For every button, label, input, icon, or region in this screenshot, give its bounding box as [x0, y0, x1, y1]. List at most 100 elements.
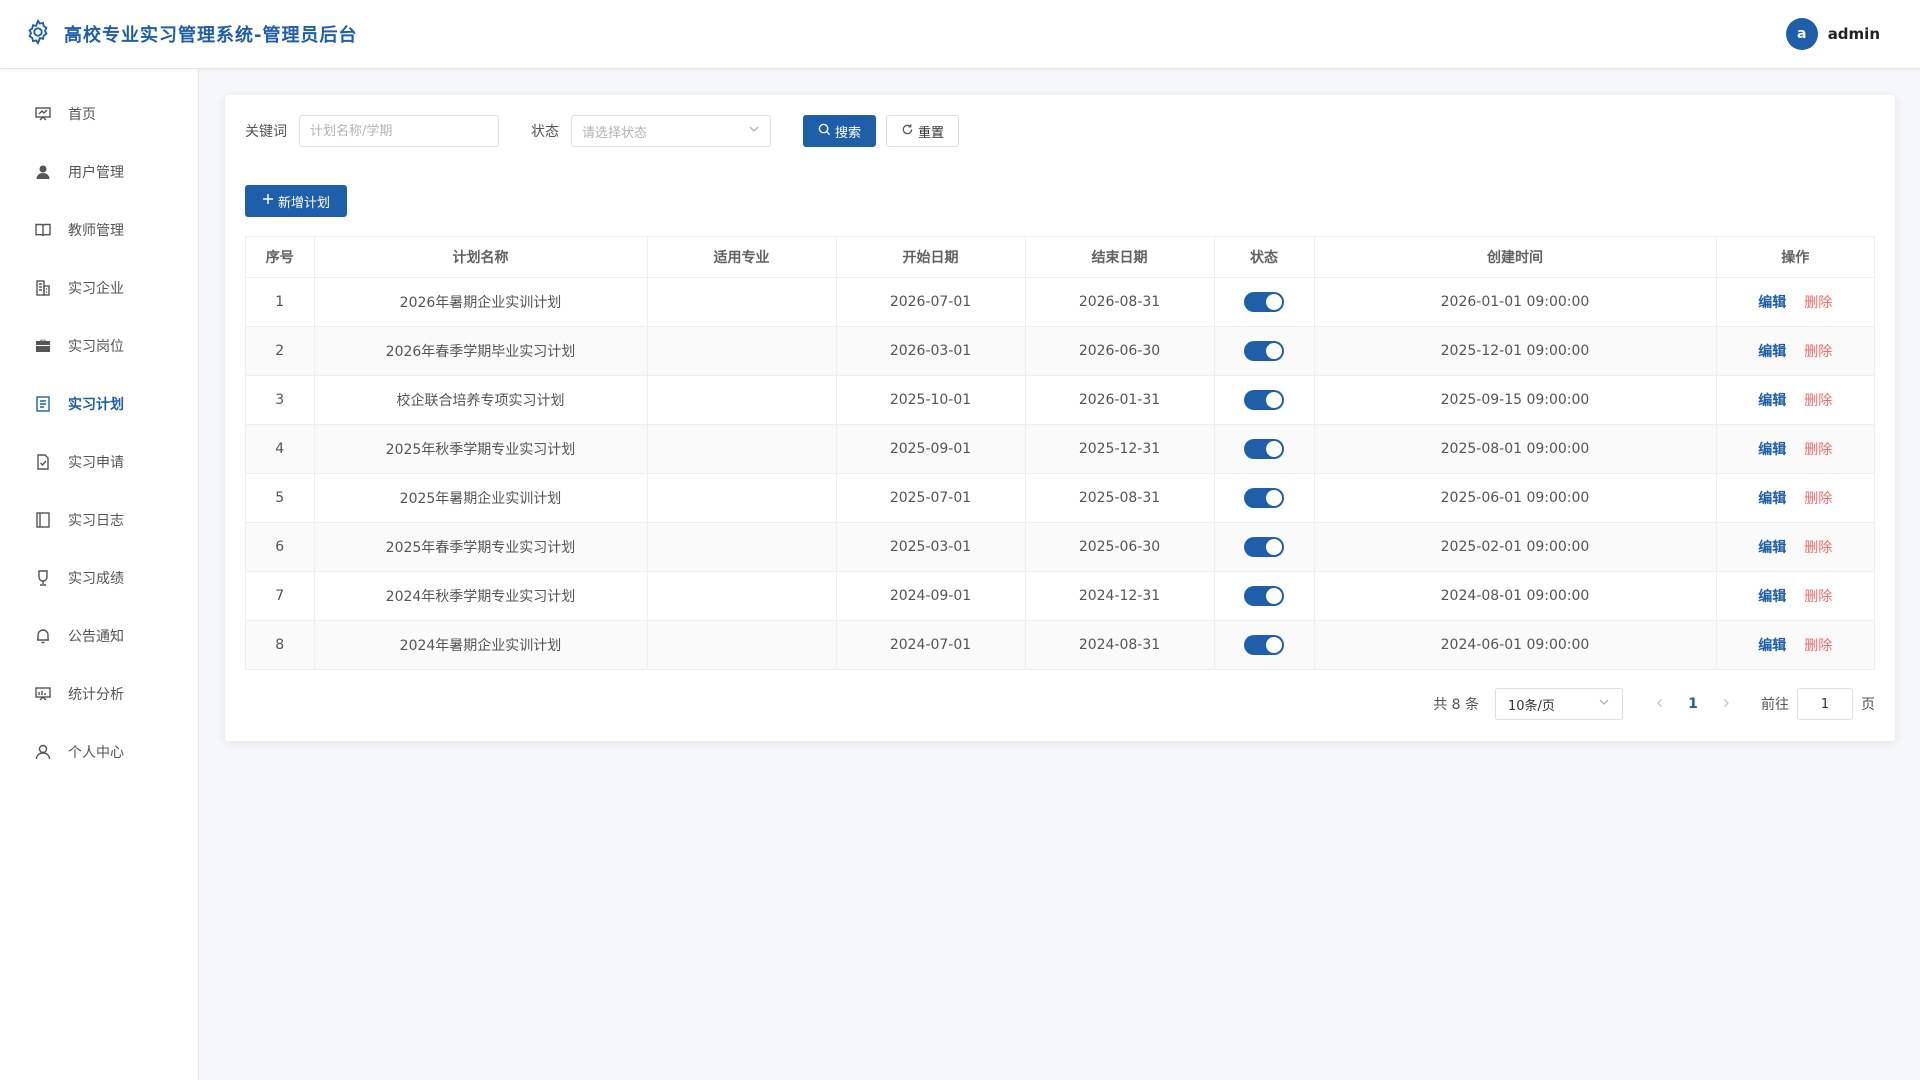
status-select[interactable]: 请选择状态	[571, 115, 771, 147]
document-icon	[34, 395, 52, 413]
avatar[interactable]: a	[1785, 18, 1818, 50]
status-toggle[interactable]	[1244, 438, 1284, 459]
table-row: 6 2025年春季学期专业实习计划 2025-03-01 2025-06-30 2025…	[246, 522, 1874, 572]
chevron-right-icon	[1724, 699, 1729, 707]
status-toggle[interactable]	[1244, 487, 1284, 508]
plan-name: 2024年秋季学期专业实习计划	[314, 571, 648, 621]
plan-name: 校企联合培养专项实习计划	[314, 375, 648, 425]
column-header: 结束日期	[1025, 237, 1215, 278]
start-date: 2025-09-01	[836, 424, 1026, 474]
status-toggle[interactable]	[1244, 340, 1284, 361]
sidebar-item-label: 实习计划	[68, 397, 124, 413]
delete-button[interactable]: 删除	[1804, 295, 1832, 311]
username[interactable]: admin	[1828, 25, 1880, 43]
reset-button[interactable]: 重置	[886, 115, 960, 147]
keyword-input[interactable]	[299, 115, 499, 147]
edit-button[interactable]: 编辑	[1758, 638, 1786, 654]
edit-button[interactable]: 编辑	[1758, 491, 1786, 507]
actions-cell: 编辑 删除	[1716, 522, 1874, 572]
delete-button[interactable]: 删除	[1804, 491, 1832, 507]
refresh-icon	[901, 123, 914, 140]
edit-button[interactable]: 编辑	[1758, 589, 1786, 605]
edit-button[interactable]: 编辑	[1758, 344, 1786, 360]
delete-button[interactable]: 删除	[1804, 442, 1832, 458]
actions-cell: 编辑 删除	[1716, 473, 1874, 523]
table-row: 8 2024年暑期企业实训计划 2024-07-01 2024-08-31 2024-0…	[246, 620, 1874, 669]
start-date: 2025-10-01	[836, 375, 1026, 425]
delete-button[interactable]: 删除	[1804, 393, 1832, 409]
status-toggle[interactable]	[1244, 536, 1284, 557]
plan-name: 2026年春季学期毕业实习计划	[314, 326, 648, 376]
sidebar-item-6[interactable]: 实习计划	[0, 375, 198, 433]
search-button[interactable]: 搜索	[803, 115, 877, 147]
goto-page: 前往 页	[1761, 688, 1875, 720]
status-cell	[1214, 473, 1315, 523]
actions-cell: 编辑 删除	[1716, 326, 1874, 376]
created-time: 2024-06-01 09:00:00	[1314, 620, 1717, 669]
created-time: 2025-02-01 09:00:00	[1314, 522, 1717, 572]
add-plan-button[interactable]: 新增计划	[245, 185, 348, 217]
plan-name: 2025年秋季学期专业实习计划	[314, 424, 648, 474]
goto-page-input[interactable]	[1797, 688, 1853, 720]
status-toggle[interactable]	[1244, 634, 1284, 655]
book-icon	[34, 221, 52, 239]
table-row: 7 2024年秋季学期专业实习计划 2024-09-01 2024-12-31 2024…	[246, 571, 1874, 621]
sidebar-item-9[interactable]: 实习成绩	[0, 549, 198, 607]
row-index: 2	[246, 326, 315, 376]
sidebar-item-10[interactable]: 公告通知	[0, 607, 198, 665]
prev-page-button[interactable]	[1647, 696, 1673, 712]
user-menu[interactable]: a admin	[1785, 18, 1880, 50]
edit-button[interactable]: 编辑	[1758, 442, 1786, 458]
edit-button[interactable]: 编辑	[1758, 295, 1786, 311]
page-size-select[interactable]: 10条/页	[1495, 688, 1623, 720]
status-toggle[interactable]	[1244, 389, 1284, 410]
applicable-major	[647, 473, 837, 523]
sidebar-item-8[interactable]: 实习日志	[0, 491, 198, 549]
delete-button[interactable]: 删除	[1804, 638, 1832, 654]
sidebar-item-7[interactable]: 实习申请	[0, 433, 198, 491]
status-cell	[1214, 424, 1315, 474]
chart-board-icon	[34, 685, 52, 703]
row-index: 3	[246, 375, 315, 425]
actions-cell: 编辑 删除	[1716, 424, 1874, 474]
edit-button[interactable]: 编辑	[1758, 393, 1786, 409]
status-toggle[interactable]	[1244, 585, 1284, 606]
app-title: 高校专业实习管理系统-管理员后台	[64, 25, 358, 46]
sidebar-item-11[interactable]: 统计分析	[0, 665, 198, 723]
page-number-1[interactable]: 1	[1673, 696, 1713, 712]
table-row: 1 2026年暑期企业实训计划 2026-07-01 2026-08-31 2026-0…	[246, 277, 1874, 327]
pagination-total: 共 8 条	[1433, 697, 1479, 713]
delete-button[interactable]: 删除	[1804, 344, 1832, 360]
delete-button[interactable]: 删除	[1804, 540, 1832, 556]
start-date: 2024-07-01	[836, 620, 1026, 669]
sidebar-item-5[interactable]: 实习岗位	[0, 317, 198, 375]
created-time: 2025-12-01 09:00:00	[1314, 326, 1717, 376]
sidebar-item-2[interactable]: 用户管理	[0, 143, 198, 201]
sidebar-item-4[interactable]: 实习企业	[0, 259, 198, 317]
applicable-major	[647, 522, 837, 572]
sidebar-item-3[interactable]: 教师管理	[0, 201, 198, 259]
actions-cell: 编辑 删除	[1716, 277, 1874, 327]
actions-cell: 编辑 删除	[1716, 620, 1874, 669]
sidebar-item-12[interactable]: 个人中心	[0, 723, 198, 781]
delete-button[interactable]: 删除	[1804, 589, 1832, 605]
search-icon	[818, 123, 831, 140]
next-page-button[interactable]	[1713, 696, 1739, 712]
applicable-major	[647, 326, 837, 376]
column-header: 序号	[246, 237, 315, 278]
status-toggle[interactable]	[1244, 291, 1284, 312]
check-document-icon	[34, 453, 52, 471]
sidebar-item-1[interactable]: 首页	[0, 85, 198, 143]
end-date: 2025-08-31	[1025, 473, 1215, 523]
search-button-label: 搜索	[835, 125, 862, 141]
edit-button[interactable]: 编辑	[1758, 540, 1786, 556]
top-header: 高校专业实习管理系统-管理员后台 a admin	[0, 0, 1920, 69]
briefcase-icon	[34, 337, 52, 355]
sidebar-item-label: 用户管理	[68, 165, 124, 181]
end-date: 2026-06-30	[1025, 326, 1215, 376]
created-time: 2025-09-15 09:00:00	[1314, 375, 1717, 425]
plan-name: 2025年暑期企业实训计划	[314, 473, 648, 523]
row-index: 6	[246, 522, 315, 572]
column-header: 操作	[1716, 237, 1874, 278]
start-date: 2025-03-01	[836, 522, 1026, 572]
